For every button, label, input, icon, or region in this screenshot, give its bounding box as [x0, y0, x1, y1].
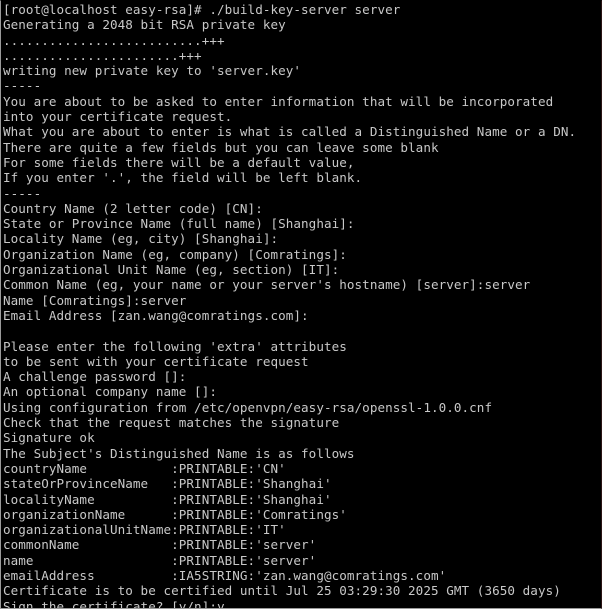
terminal-line: If you enter '.', the field will be left… — [3, 170, 363, 186]
terminal-line: Sign the certificate? [y/n]:y — [3, 598, 225, 609]
terminal-line: .......................+++ — [3, 47, 202, 63]
terminal-window[interactable]: [root@localhost easy-rsa]# ./build-key-s… — [0, 0, 602, 609]
terminal-line: Organization Name (eg, company) [Comrati… — [3, 246, 347, 262]
terminal-line: ----- — [3, 78, 42, 94]
terminal-line: ..........................+++ — [3, 32, 225, 48]
terminal-line: organizationalUnitName:PRINTABLE:'IT' — [3, 522, 286, 538]
terminal-line: countryName :PRINTABLE:'CN' — [3, 460, 286, 476]
terminal-line: into your certificate request. — [3, 109, 233, 125]
terminal-line: There are quite a few fields but you can… — [3, 139, 439, 155]
terminal-screen: [root@localhost easy-rsa]# ./build-key-s… — [3, 2, 601, 609]
terminal-line: Email Address [zan.wang@comratings.com]: — [3, 307, 309, 323]
terminal-line: Organizational Unit Name (eg, section) [… — [3, 262, 340, 278]
terminal-line: Please enter the following 'extra' attri… — [3, 338, 347, 354]
terminal-line: writing new private key to 'server.key' — [3, 63, 302, 79]
terminal-line: You are about to be asked to enter infor… — [3, 93, 554, 109]
terminal-line: The Subject's Distinguished Name is as f… — [3, 445, 355, 461]
terminal-line: Country Name (2 letter code) [CN]: — [3, 200, 263, 216]
terminal-line: Signature ok — [3, 430, 95, 446]
terminal-line: ----- — [3, 185, 42, 201]
terminal-line: State or Province Name (full name) [Shan… — [3, 216, 355, 232]
terminal-line: to be sent with your certificate request — [3, 353, 309, 369]
terminal-line: name :PRINTABLE:'server' — [3, 552, 317, 568]
terminal-line: An optional company name []: — [3, 384, 217, 400]
terminal-line: [root@localhost easy-rsa]# ./build-key-s… — [3, 2, 401, 17]
terminal-line: Using configuration from /etc/openvpn/ea… — [3, 399, 493, 415]
terminal-line: Check that the request matches the signa… — [3, 415, 340, 431]
terminal-line: commonName :PRINTABLE:'server' — [3, 537, 317, 553]
terminal-line: Name [Comratings]:server — [3, 292, 187, 308]
terminal-line: emailAddress :IA5STRING:'zan.wang@comrat… — [3, 567, 447, 583]
terminal-line: Generating a 2048 bit RSA private key — [3, 17, 286, 33]
terminal-line: localityName :PRINTABLE:'Shanghai' — [3, 491, 332, 507]
terminal-line: stateOrProvinceName :PRINTABLE:'Shanghai… — [3, 476, 332, 492]
terminal-line: What you are about to enter is what is c… — [3, 124, 577, 140]
terminal-line: organizationName :PRINTABLE:'Comratings' — [3, 506, 347, 522]
terminal-line: Certificate is to be certified until Jul… — [3, 583, 561, 599]
terminal-line: Locality Name (eg, city) [Shanghai]: — [3, 231, 279, 247]
terminal-line: For some fields there will be a default … — [3, 154, 355, 170]
terminal-line: A challenge password []: — [3, 369, 187, 385]
terminal-line: Common Name (eg, your name or your serve… — [3, 277, 531, 293]
